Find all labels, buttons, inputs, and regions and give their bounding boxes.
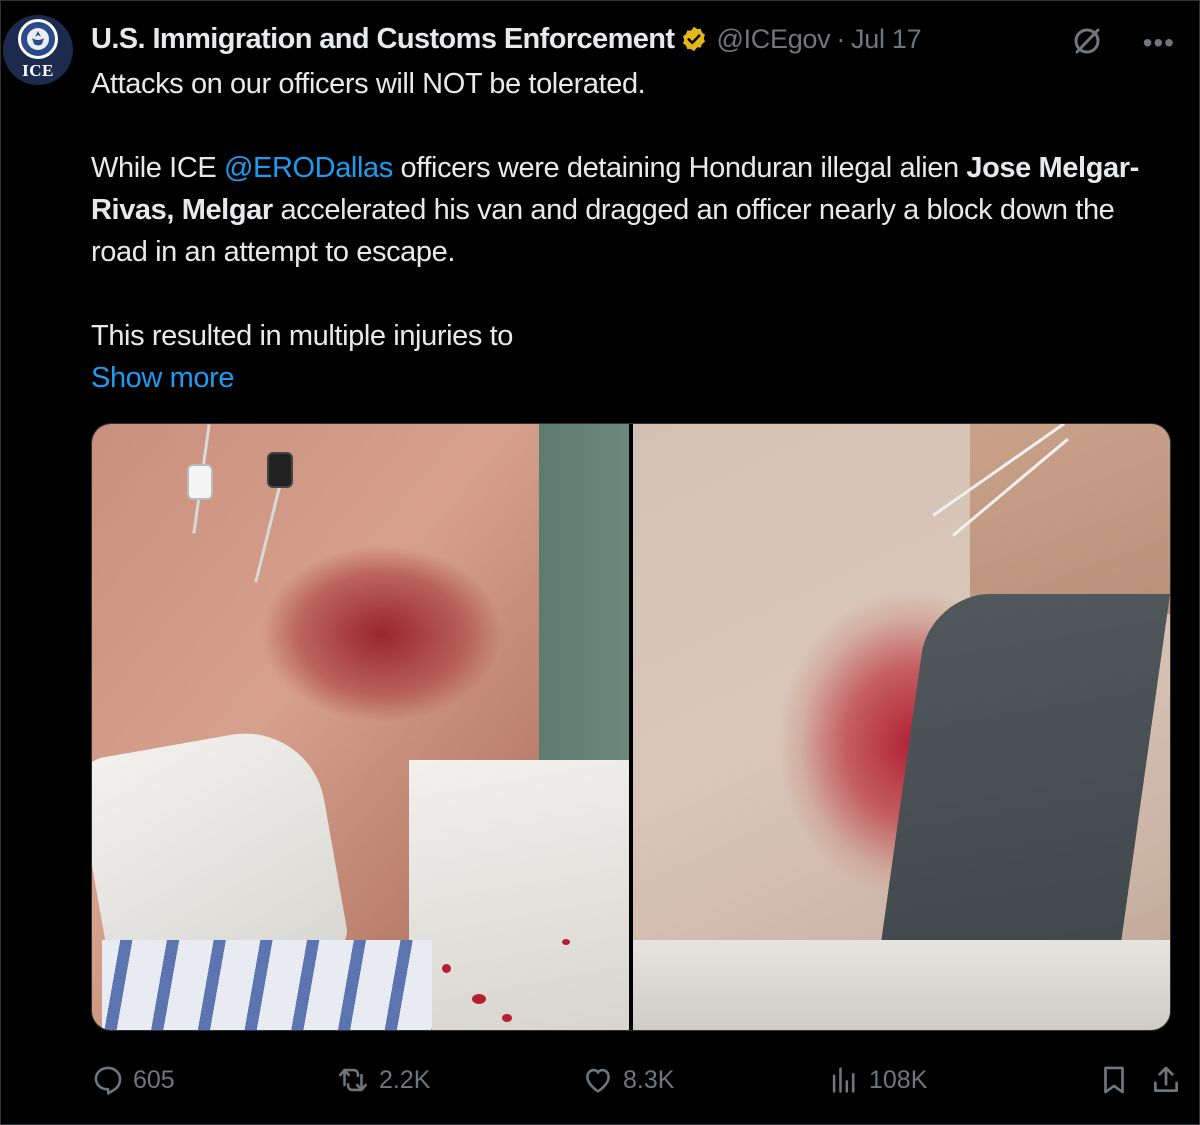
tweet-paragraph-3: This resulted in multiple injuries to xyxy=(91,320,513,352)
retweet-count: 2.2K xyxy=(379,1065,431,1094)
retweet-button[interactable]: 2.2K xyxy=(335,1063,430,1097)
avatar-label: ICE xyxy=(22,61,54,80)
grok-icon[interactable] xyxy=(1071,25,1103,62)
separator-dot: · xyxy=(836,23,846,54)
text-segment: officers were detaining Honduran illegal… xyxy=(392,152,967,184)
reply-icon xyxy=(94,1066,122,1095)
bookmark-button[interactable] xyxy=(1097,1063,1131,1097)
media-grid xyxy=(91,423,1171,1031)
views-chart-icon xyxy=(832,1067,855,1093)
tweet-text: Attacks on our officers will NOT be tole… xyxy=(91,63,1171,399)
heart-icon xyxy=(586,1068,610,1093)
show-more-link[interactable]: Show more xyxy=(91,357,234,399)
tweet-line-1: Attacks on our officers will NOT be tole… xyxy=(91,68,646,100)
share-icon xyxy=(1154,1066,1178,1092)
mention-link[interactable]: @ERODallas xyxy=(224,152,393,184)
retweet-icon xyxy=(338,1068,368,1092)
photo-injured-hip[interactable] xyxy=(633,424,1170,1030)
tweet-card[interactable]: ICE U.S. Immigration and Customs Enforce… xyxy=(0,0,1200,1125)
dhs-seal-icon xyxy=(18,19,58,59)
bookmark-icon xyxy=(1104,1066,1124,1094)
handle[interactable]: @ICEgov xyxy=(716,24,830,55)
display-name[interactable]: U.S. Immigration and Customs Enforcement xyxy=(91,23,675,56)
more-options-icon[interactable]: ••• xyxy=(1143,27,1175,59)
views-count: 108K xyxy=(869,1065,928,1094)
action-bar: 605 2.2K 8.3K 108K xyxy=(91,1057,1183,1103)
avatar[interactable]: ICE xyxy=(3,15,73,85)
verified-badge-icon[interactable] xyxy=(680,25,708,53)
tweet-paragraph-2: While ICE @ERODallas officers were detai… xyxy=(91,147,1171,273)
photo-injured-arm[interactable] xyxy=(92,424,629,1030)
tweet-header: U.S. Immigration and Customs Enforcement… xyxy=(91,19,1179,59)
reply-count: 605 xyxy=(133,1065,175,1094)
views-button[interactable]: 108K xyxy=(827,1063,927,1097)
like-count: 8.3K xyxy=(623,1065,675,1094)
text-segment: While ICE xyxy=(91,152,224,184)
reply-button[interactable]: 605 xyxy=(91,1063,175,1097)
share-button[interactable] xyxy=(1149,1063,1183,1097)
like-button[interactable]: 8.3K xyxy=(581,1063,674,1097)
post-date[interactable]: Jul 17 xyxy=(851,24,922,55)
